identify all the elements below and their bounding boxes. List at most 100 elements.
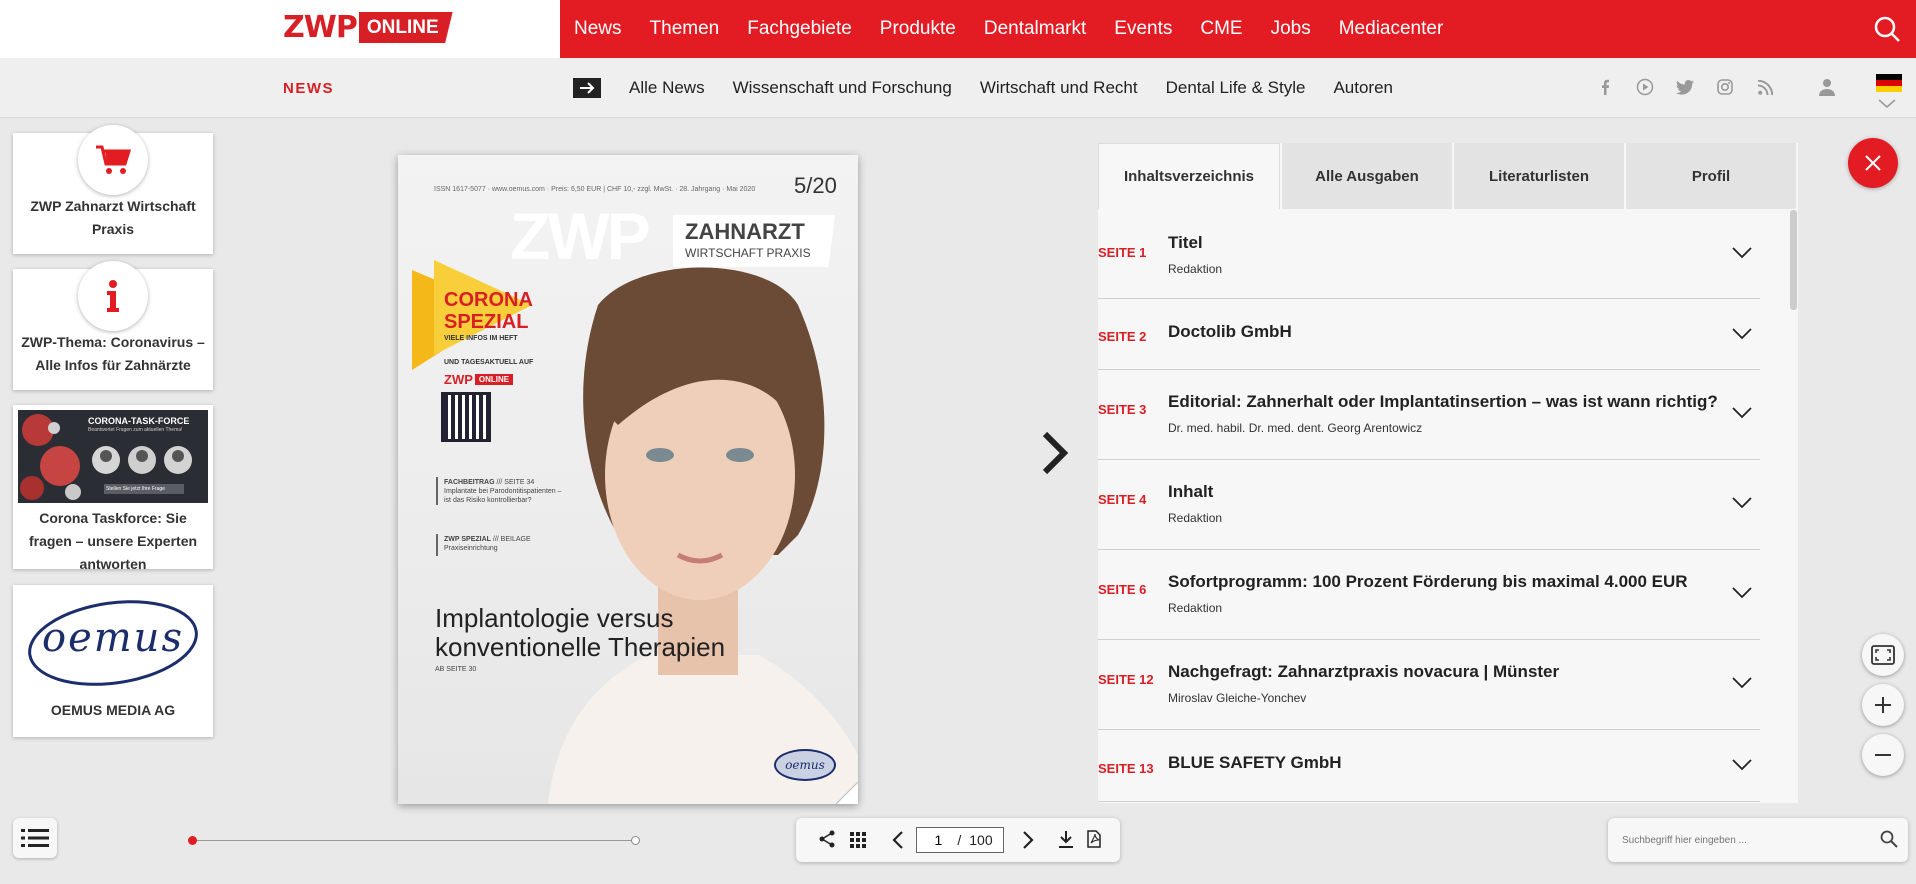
toc-item[interactable]: SEITE 2 Doctolib GmbH xyxy=(1098,299,1760,370)
close-button[interactable] xyxy=(1848,138,1898,188)
page-separator: / xyxy=(957,832,962,848)
card-label: Corona Taskforce: Sie fragen – unsere Ex… xyxy=(28,510,198,572)
chevron-down-icon[interactable] xyxy=(1732,246,1752,264)
subnav-wissenschaft[interactable]: Wissenschaft und Forschung xyxy=(733,78,952,98)
nav-themen[interactable]: Themen xyxy=(650,18,720,40)
page-search-input[interactable] xyxy=(1622,828,1862,852)
grid-icon[interactable] xyxy=(850,832,866,853)
plus-icon xyxy=(1875,697,1891,713)
next-page-icon[interactable] xyxy=(1022,830,1034,855)
toc-item[interactable]: SEITE 12 Nachgefragt: Zahnarztpraxis nov… xyxy=(1098,640,1760,730)
qr-code xyxy=(441,392,491,442)
toc-item[interactable]: SEITE 4 Inhalt Redaktion xyxy=(1098,460,1760,550)
toc-author: Miroslav Gleiche-Yonchev xyxy=(1168,691,1307,705)
magazine-cover[interactable]: ISSN 1617-5077 · www.oemus.com · Preis: … xyxy=(398,155,858,804)
current-page-input[interactable] xyxy=(927,832,950,848)
toc-item[interactable]: SEITE 1 Titel Redaktion xyxy=(1098,209,1760,299)
pdf-icon[interactable] xyxy=(1086,830,1102,853)
user-icon[interactable] xyxy=(1818,78,1836,101)
chevron-down-icon[interactable] xyxy=(1732,758,1752,776)
rss-icon[interactable] xyxy=(1756,78,1774,96)
instagram-icon[interactable] xyxy=(1716,78,1734,96)
subnav-alle-news[interactable]: Alle News xyxy=(573,78,705,98)
main-nav: News Themen Fachgebiete Produkte Dentalm… xyxy=(574,0,1471,58)
search-icon[interactable] xyxy=(1880,830,1898,853)
toc-item[interactable]: SEITE 6 Sofortprogramm: 100 Prozent Förd… xyxy=(1098,550,1760,640)
masthead-box-title: ZAHNARZT xyxy=(685,219,805,244)
next-page-arrow-icon[interactable] xyxy=(1040,430,1070,481)
spezial-kicker: ZWP SPEZIAL xyxy=(444,536,491,543)
spezial-text: Praxiseinrichtung xyxy=(444,545,498,552)
zoom-out-button[interactable] xyxy=(1862,734,1904,776)
tab-inhaltsverzeichnis[interactable]: Inhaltsverzeichnis xyxy=(1098,143,1280,209)
panel-tabs: Inhaltsverzeichnis Alle Ausgaben Literat… xyxy=(1098,143,1798,209)
nav-fachgebiete[interactable]: Fachgebiete xyxy=(747,18,852,40)
chevron-down-icon[interactable] xyxy=(1732,327,1752,345)
nav-news[interactable]: News xyxy=(574,18,622,40)
taskforce-image-button: Stellen Sie jetzt Ihre Frage xyxy=(106,486,165,492)
german-flag-icon[interactable] xyxy=(1876,74,1902,92)
chevron-down-icon[interactable] xyxy=(1732,406,1752,424)
fullscreen-button[interactable] xyxy=(1862,634,1904,676)
subnav-wirtschaft[interactable]: Wirtschaft und Recht xyxy=(980,78,1138,98)
mini-logo: ZWP ONLINE xyxy=(444,371,514,387)
card-label: ZWP Zahnarzt Wirtschaft Praxis xyxy=(30,198,196,237)
nav-jobs[interactable]: Jobs xyxy=(1271,18,1311,40)
menu-button[interactable] xyxy=(13,818,57,858)
card-zwp-zahnarzt[interactable]: ZWP Zahnarzt Wirtschaft Praxis xyxy=(13,125,213,254)
page-curl-icon[interactable] xyxy=(836,782,858,804)
twitter-icon[interactable] xyxy=(1676,78,1694,96)
search-icon[interactable] xyxy=(1858,0,1916,58)
toc-item[interactable]: SEITE 13 BLUE SAFETY GmbH xyxy=(1098,730,1760,802)
chevron-down-icon[interactable] xyxy=(1732,496,1752,514)
toc-author: Redaktion xyxy=(1168,511,1223,525)
zoom-in-button[interactable] xyxy=(1862,684,1904,726)
subnav-dental-life[interactable]: Dental Life & Style xyxy=(1166,78,1306,98)
page-slider-handle[interactable] xyxy=(188,836,197,845)
tab-alle-ausgaben[interactable]: Alle Ausgaben xyxy=(1282,143,1452,209)
page-slider-track[interactable] xyxy=(193,840,635,841)
zwp-online-logo[interactable]: ZWP ONLINE xyxy=(283,12,453,43)
nav-produkte[interactable]: Produkte xyxy=(880,18,956,40)
tab-literaturlisten[interactable]: Literaturlisten xyxy=(1454,143,1624,209)
nav-cme[interactable]: CME xyxy=(1200,18,1242,40)
toc-title: Doctolib GmbH xyxy=(1168,322,1292,341)
prev-page-icon[interactable] xyxy=(892,830,904,855)
facebook-icon[interactable] xyxy=(1596,78,1614,96)
arrow-right-icon xyxy=(573,78,601,98)
oemus-logo: oemus xyxy=(23,591,203,691)
card-label: ZWP-Thema: Coronavirus – Alle Infos für … xyxy=(21,334,205,373)
fachbeitrag-text-1: Implantate bei Parodontitispatienten – xyxy=(444,488,562,495)
toc-title: Sofortprogramm: 100 Prozent Förderung bi… xyxy=(1168,572,1688,591)
chevron-down-icon[interactable] xyxy=(1732,676,1752,694)
toc-list: SEITE 1 Titel Redaktion SEITE 2 Doctolib… xyxy=(1098,209,1760,802)
logo-suffix: ONLINE xyxy=(358,12,453,43)
issue-number: 5/20 xyxy=(794,173,837,198)
share-icon[interactable] xyxy=(818,830,836,853)
tab-profil[interactable]: Profil xyxy=(1626,143,1796,209)
total-pages: 100 xyxy=(969,832,993,848)
chevron-down-icon[interactable] xyxy=(1732,586,1752,604)
subnav-autoren[interactable]: Autoren xyxy=(1333,78,1393,98)
list-icon xyxy=(21,829,49,847)
oemus-logo-text: oemus xyxy=(42,615,184,661)
toc-page: SEITE 1 xyxy=(1098,245,1147,260)
corona-heading-2: SPEZIAL xyxy=(444,311,529,333)
toc-item[interactable]: SEITE 3 Editorial: Zahnerhalt oder Impla… xyxy=(1098,370,1760,460)
mini-logo-brand: ZWP xyxy=(444,371,473,387)
toc-page: SEITE 12 xyxy=(1098,672,1154,687)
nav-mediacenter[interactable]: Mediacenter xyxy=(1339,18,1444,40)
toc-author: Dr. med. habil. Dr. med. dent. Georg Are… xyxy=(1168,421,1423,435)
card-oemus-media[interactable]: oemus OEMUS MEDIA AG xyxy=(13,585,213,737)
toc-scrollbar[interactable] xyxy=(1790,210,1797,310)
nav-dentalmarkt[interactable]: Dentalmarkt xyxy=(984,18,1086,40)
chevron-down-icon[interactable] xyxy=(1878,96,1896,114)
card-coronavirus[interactable]: ZWP-Thema: Coronavirus – Alle Infos für … xyxy=(13,261,213,390)
toc-title: Titel xyxy=(1168,233,1203,252)
page-indicator: / 100 xyxy=(916,827,1004,853)
youtube-icon[interactable] xyxy=(1636,78,1654,96)
taskforce-banner: CORONA-TASK-FORCE Beantwortet Fragen zum… xyxy=(18,410,208,503)
card-corona-taskforce[interactable]: CORONA-TASK-FORCE Beantwortet Fragen zum… xyxy=(13,405,213,572)
download-icon[interactable] xyxy=(1058,830,1074,853)
nav-events[interactable]: Events xyxy=(1114,18,1172,40)
